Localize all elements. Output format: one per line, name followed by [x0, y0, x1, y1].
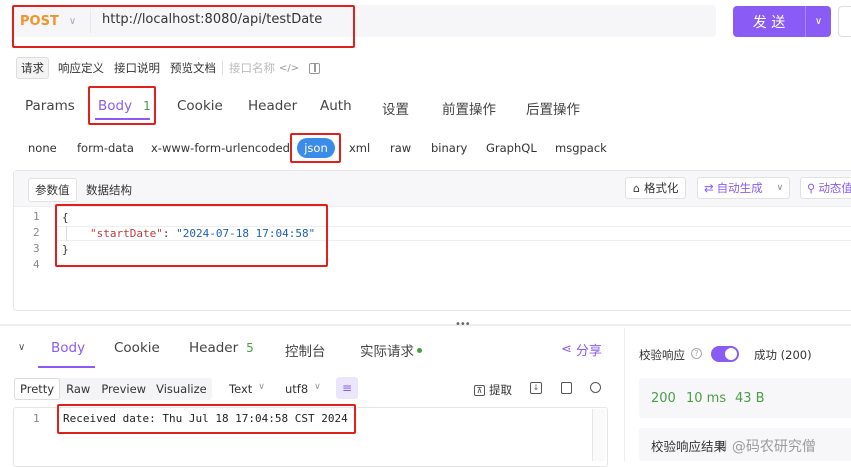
req-tab-pre[interactable]: 前置操作 — [442, 98, 496, 118]
splitter[interactable] — [0, 324, 851, 326]
dynamic-value-label: 动态值 — [818, 181, 851, 195]
req-tab-params[interactable]: Params — [25, 98, 75, 114]
response-time: 10 ms — [686, 391, 727, 406]
validation-summary: 校验响应结果 — [651, 439, 727, 454]
share-button[interactable]: ⋖ 分享 — [561, 340, 602, 359]
body-type-none[interactable]: none — [28, 141, 57, 155]
text-type-select[interactable]: Text ∨ — [229, 382, 265, 396]
mode-tabs: 请求 响应定义 接口说明 预览文档 接口名称 </> — [16, 57, 321, 79]
response-line-number: 1 — [33, 412, 40, 425]
extract-label: 提取 — [489, 383, 512, 397]
autogen-icon: ⇄ — [704, 181, 714, 195]
chevron-down-icon[interactable]: ∨ — [806, 16, 831, 27]
autogen-button[interactable]: ⇄ 自动生成 ∨ — [697, 177, 791, 199]
view-mode-group: Pretty Raw Preview Visualize — [14, 378, 212, 400]
extract-icon: ⊼ — [474, 384, 485, 396]
view-mode-visualize[interactable]: Visualize — [151, 382, 212, 396]
body-type-raw[interactable]: raw — [390, 141, 411, 155]
panel-icon[interactable] — [309, 62, 321, 74]
text-type-value: Text — [229, 382, 253, 396]
share-icon: ⋖ — [561, 342, 572, 357]
view-mode-raw[interactable]: Raw — [60, 382, 96, 396]
view-mode-pretty[interactable]: Pretty — [14, 378, 61, 400]
body-type-graphql[interactable]: GraphQL — [486, 141, 537, 155]
resp-tab-cookie[interactable]: Cookie — [114, 340, 160, 356]
line-number: 4 — [33, 258, 40, 271]
mode-tab-preview[interactable]: 预览文档 — [170, 60, 216, 76]
body-type-binary[interactable]: binary — [431, 141, 467, 155]
body-type-xml[interactable]: xml — [349, 141, 370, 155]
subtab-value[interactable]: 参数值 — [28, 178, 77, 202]
format-icon: ⌂ — [633, 181, 640, 195]
chevron-down-icon: ∨ — [314, 382, 321, 392]
validate-toggle[interactable] — [711, 346, 739, 362]
mode-tab-doc[interactable]: 接口说明 — [114, 60, 160, 76]
code-icon[interactable]: </> — [279, 63, 299, 74]
format-label: 格式化 — [643, 181, 679, 195]
line-number: 3 — [33, 242, 40, 255]
req-tab-post[interactable]: 后置操作 — [526, 98, 580, 118]
send-button[interactable]: 发 送 ∨ — [733, 6, 831, 37]
resp-tab-header[interactable]: Header 5 — [189, 340, 254, 356]
response-size: 43 B — [735, 391, 765, 406]
chevron-down-icon: ∨ — [258, 382, 265, 392]
req-tab-header[interactable]: Header — [248, 98, 297, 114]
dynamic-value-button[interactable]: ⚲ 动态值 — [800, 177, 851, 199]
mode-tab-request[interactable]: 请求 — [16, 57, 49, 79]
success-icon — [740, 347, 748, 361]
resp-tab-body[interactable]: Body — [51, 340, 85, 356]
drag-handle-icon[interactable]: ••• — [455, 319, 471, 330]
req-tab-auth[interactable]: Auth — [320, 98, 352, 114]
wrap-icon[interactable]: ≡ — [336, 377, 358, 399]
resp-tab-header-label: Header — [189, 340, 239, 356]
resp-active-underline — [38, 366, 95, 368]
req-tab-settings[interactable]: 设置 — [382, 98, 409, 118]
encoding-value: utf8 — [285, 382, 309, 396]
validate-label: 校验响应 — [639, 348, 685, 362]
view-mode-preview[interactable]: Preview — [96, 382, 151, 396]
body-type-form-data[interactable]: form-data — [77, 141, 134, 155]
subtab-schema[interactable]: 数据结构 — [86, 182, 132, 198]
share-label: 分享 — [575, 344, 602, 359]
copy-icon[interactable] — [561, 382, 572, 394]
resp-tab-header-badge: 5 — [246, 341, 254, 355]
mode-tab-response-def[interactable]: 响应定义 — [58, 60, 104, 76]
autogen-label: 自动生成 — [716, 181, 763, 195]
resp-tab-actual[interactable]: 实际请求 — [360, 340, 422, 360]
watermark: N @码农研究僧 — [717, 439, 816, 455]
send-label: 发 送 — [752, 14, 786, 31]
download-icon[interactable]: ↓ — [530, 382, 542, 394]
right-divider — [624, 328, 625, 461]
format-button[interactable]: ⌂ 格式化 — [625, 177, 687, 199]
magic-wand-icon: ⚲ — [807, 181, 816, 195]
status-dot-icon — [417, 347, 422, 353]
body-type-msgpack[interactable]: msgpack — [555, 141, 607, 155]
status-code: 200 — [651, 391, 676, 406]
body-type-urlencoded[interactable]: x-www-form-urlencoded — [151, 141, 290, 155]
resp-tab-actual-label: 实际请求 — [360, 344, 414, 360]
line-number: 1 — [33, 210, 40, 223]
collapse-icon[interactable]: ∨ — [18, 342, 25, 353]
extract-button[interactable]: ⊼ 提取 — [474, 382, 512, 398]
validation-result: 成功 (200) — [754, 348, 812, 362]
encoding-select[interactable]: utf8 ∨ — [285, 382, 321, 396]
req-tab-cookie[interactable]: Cookie — [177, 98, 223, 114]
more-button[interactable] — [838, 6, 851, 37]
help-icon[interactable]: ? — [691, 348, 702, 359]
line-number: 2 — [33, 226, 40, 239]
resp-tab-console[interactable]: 控制台 — [285, 340, 326, 360]
interface-name-input[interactable]: 接口名称 — [229, 60, 275, 76]
chevron-down-icon: ∨ — [776, 183, 784, 193]
search-icon[interactable] — [590, 382, 601, 393]
response-scrollbar[interactable] — [592, 409, 605, 461]
